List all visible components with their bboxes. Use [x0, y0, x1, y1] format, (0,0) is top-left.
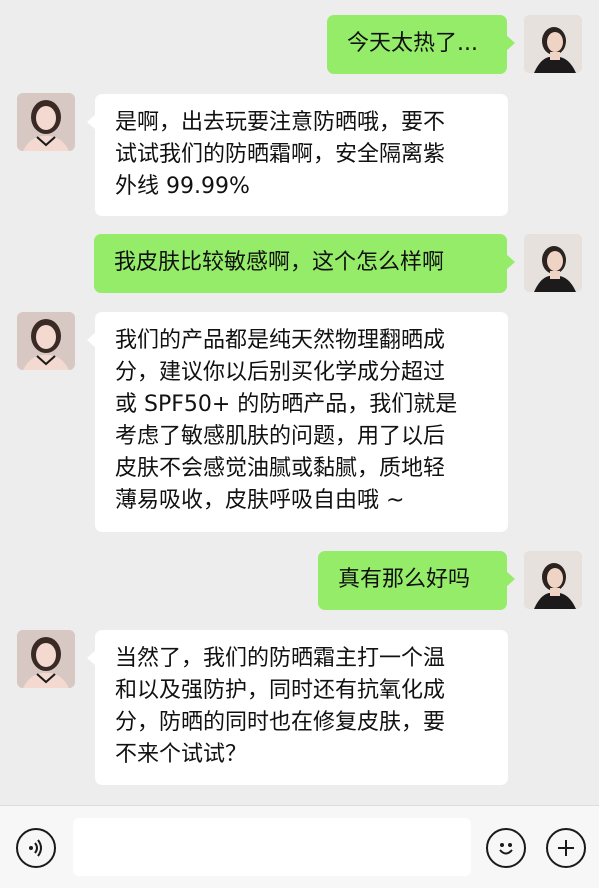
message-bubble-outgoing[interactable]: 今天太热了... — [327, 15, 515, 74]
voice-icon[interactable] — [16, 828, 56, 868]
message-bubble-incoming[interactable]: 我们的产品都是纯天然物理翻晒成 分，建议你以后别买化学成分超过 或 SPF50+… — [87, 312, 508, 532]
plus-icon[interactable] — [546, 828, 586, 868]
contact-avatar[interactable] — [17, 630, 75, 688]
contact-avatar[interactable] — [17, 312, 75, 370]
my-avatar[interactable] — [524, 234, 582, 292]
chat-area[interactable]: 今天太热了... 是啊，出去玩要注意防晒哦，要不 试试我们的防晒霜啊，安全隔离紫… — [0, 0, 599, 805]
message-bubble-outgoing[interactable]: 我皮肤比较敏感啊，这个怎么样啊 — [94, 234, 515, 293]
message-bubble-incoming[interactable]: 当然了，我们的防晒霜主打一个温 和以及强防护，同时还有抗氧化成 分，防晒的同时也… — [87, 630, 508, 785]
my-avatar[interactable] — [524, 15, 582, 73]
my-avatar[interactable] — [524, 551, 582, 609]
contact-avatar[interactable] — [17, 93, 75, 151]
input-toolbar — [0, 805, 599, 888]
message-input[interactable] — [73, 818, 471, 876]
emoji-icon[interactable] — [486, 828, 526, 868]
message-bubble-outgoing[interactable]: 真有那么好吗 — [318, 551, 515, 610]
message-bubble-incoming[interactable]: 是啊，出去玩要注意防晒哦，要不 试试我们的防晒霜啊，安全隔离紫 外线 99.99… — [87, 94, 508, 216]
